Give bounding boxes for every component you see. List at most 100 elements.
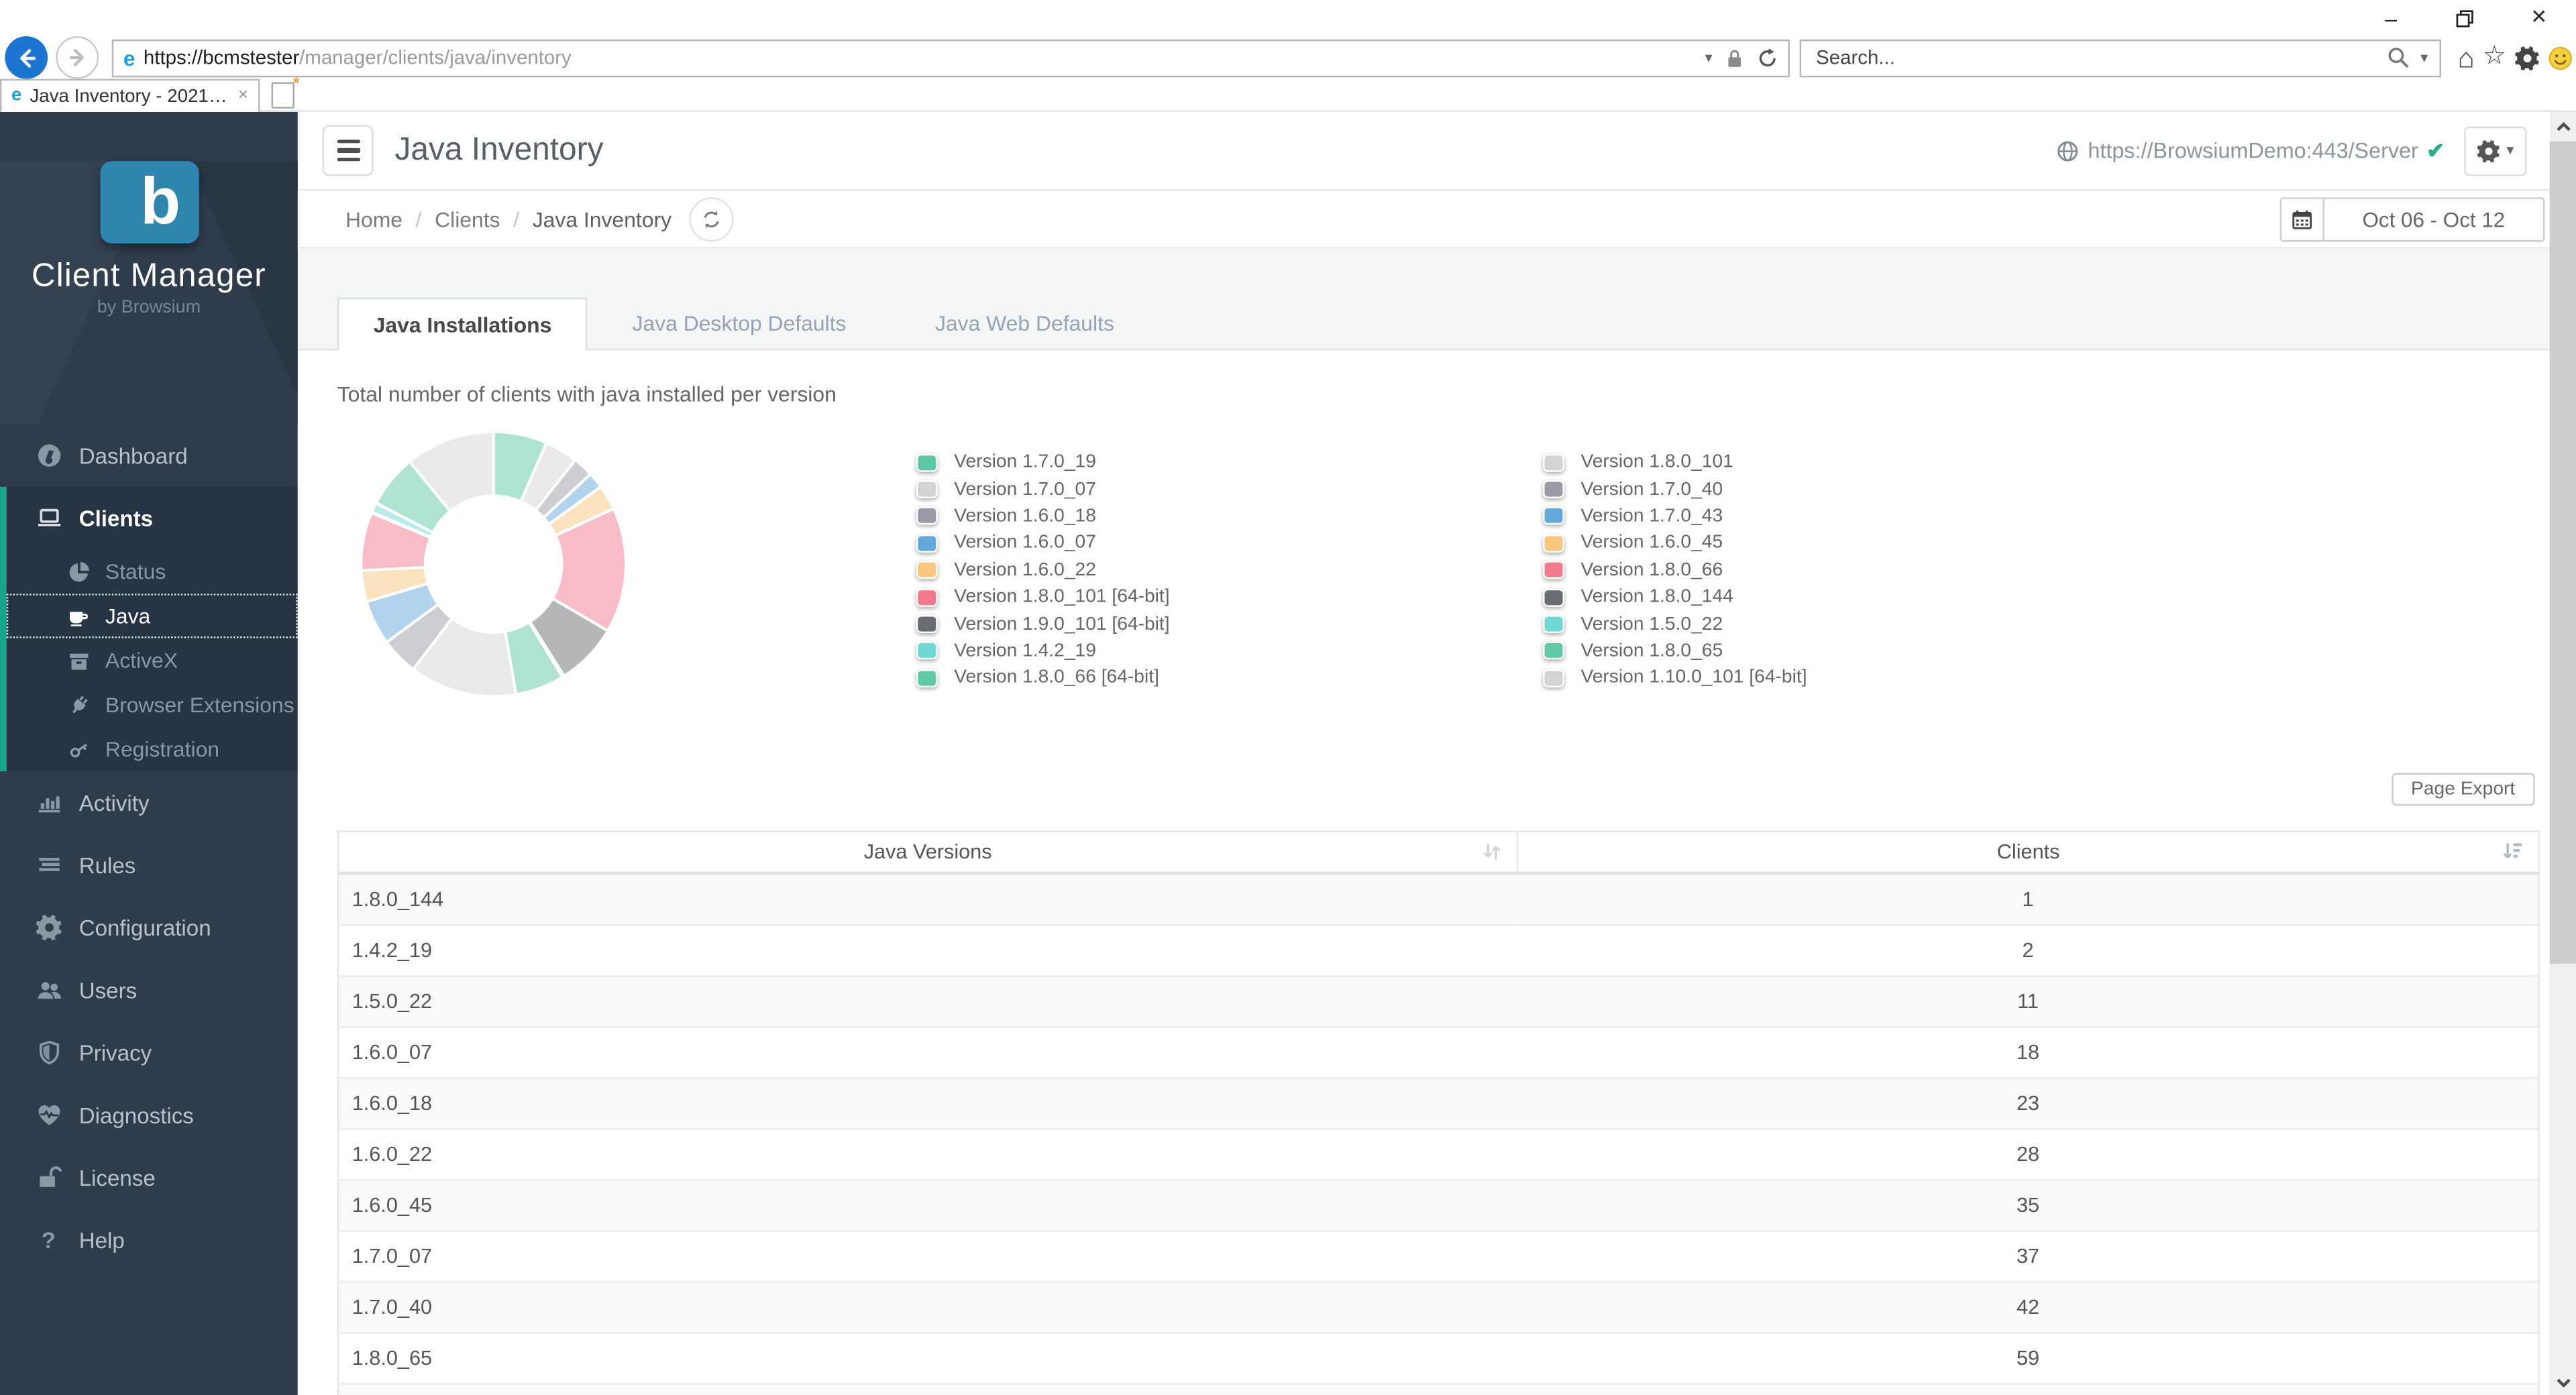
- legend-label: Version 1.8.0_101 [64-bit]: [954, 587, 1170, 608]
- scroll-down-arrow[interactable]: [2550, 1368, 2576, 1395]
- settings-dropdown-button[interactable]: ▾: [2464, 125, 2527, 176]
- heartbeat-icon: [34, 1102, 62, 1128]
- page-scrollbar[interactable]: [2549, 111, 2576, 1395]
- url-path: /manager/clients/java/inventory: [299, 46, 572, 69]
- browser-tab[interactable]: e Java Inventory - 2021/10/06... ×: [0, 78, 260, 112]
- legend-swatch: [916, 669, 938, 687]
- column-header-label: Clients: [1996, 840, 2060, 863]
- legend-label: Version 1.6.0_18: [954, 506, 1096, 526]
- sidebar-item-help[interactable]: ? Help: [0, 1209, 298, 1271]
- legend-item[interactable]: Version 1.6.0_18: [916, 503, 1543, 530]
- window-restore-button[interactable]: [2428, 0, 2502, 36]
- gear-icon: [34, 914, 62, 941]
- sidebar-item-activity[interactable]: Activity: [0, 771, 298, 834]
- legend-item[interactable]: Version 1.9.0_101 [64-bit]: [916, 611, 1543, 638]
- sidebar-item-configuration[interactable]: Configuration: [0, 896, 298, 958]
- legend-item[interactable]: Version 1.8.0_101: [1543, 449, 2169, 476]
- sidebar-item-label: License: [78, 1165, 156, 1190]
- date-range-picker[interactable]: Oct 06 - Oct 12: [2279, 197, 2545, 242]
- legend-label: Version 1.9.0_101 [64-bit]: [954, 614, 1170, 634]
- legend-item[interactable]: Version 1.4.2_19: [916, 638, 1543, 665]
- search-input[interactable]: [1813, 44, 2388, 71]
- sort-both-icon[interactable]: [1483, 841, 1502, 862]
- column-header-clients[interactable]: Clients: [1517, 831, 2539, 875]
- legend-item[interactable]: Version 1.7.0_19: [916, 449, 1543, 476]
- scrollbar-thumb[interactable]: [2549, 141, 2576, 964]
- tab-close-icon[interactable]: ×: [237, 87, 248, 105]
- column-header-java-versions[interactable]: Java Versions: [337, 831, 1519, 875]
- smiley-feedback-icon[interactable]: [2547, 45, 2572, 70]
- address-dropdown-icon[interactable]: ▾: [1705, 50, 1713, 65]
- cell-clients: 28: [1517, 1127, 2539, 1180]
- settings-gear-icon[interactable]: [2514, 45, 2539, 70]
- cell-clients: 35: [1517, 1178, 2539, 1231]
- legend-item[interactable]: Version 1.10.0_101 [64-bit]: [1543, 665, 2169, 691]
- sidebar-item-dashboard[interactable]: Dashboard: [0, 425, 298, 487]
- search-icon[interactable]: [2387, 46, 2410, 69]
- search-box[interactable]: ▾: [1799, 38, 2441, 77]
- legend-label: Version 1.10.0_101 [64-bit]: [1580, 668, 1807, 688]
- chart-legend: Version 1.7.0_19 Version 1.7.0_07 Version …: [916, 449, 2170, 710]
- sidebar-item-license[interactable]: License: [0, 1146, 298, 1209]
- new-tab-button[interactable]: *: [271, 76, 299, 109]
- legend-item[interactable]: Version 1.7.0_43: [1543, 503, 2169, 530]
- sidebar-item-registration[interactable]: Registration: [7, 727, 298, 771]
- legend-swatch: [1543, 507, 1564, 526]
- sidebar-item-users[interactable]: Users: [0, 959, 298, 1021]
- legend-item[interactable]: Version 1.8.0_66 [64-bit]: [916, 665, 1543, 691]
- tab-java-web-defaults[interactable]: Java Web Defaults: [891, 296, 1159, 348]
- sidebar-item-label: Status: [105, 559, 166, 584]
- refresh-page-icon[interactable]: [1757, 47, 1778, 68]
- home-icon[interactable]: ⌂: [2457, 44, 2474, 72]
- tab-favicon: e: [11, 85, 22, 105]
- breadcrumb-home[interactable]: Home: [345, 207, 402, 231]
- legend-item[interactable]: Version 1.7.0_40: [1543, 476, 2169, 503]
- sidebar-toggle-button[interactable]: [322, 125, 374, 176]
- cell-java-version: 1.4.2_19: [337, 923, 1518, 976]
- legend-swatch: [916, 453, 938, 471]
- sidebar-item-activex[interactable]: ActiveX: [7, 638, 298, 682]
- sidebar-item-privacy[interactable]: Privacy: [0, 1021, 298, 1084]
- sidebar-item-label: Help: [78, 1227, 125, 1253]
- tab-java-installations[interactable]: Java Installations: [337, 297, 588, 351]
- legend-item[interactable]: Version 1.6.0_07: [916, 530, 1543, 557]
- tab-java-desktop-defaults[interactable]: Java Desktop Defaults: [588, 296, 890, 348]
- refresh-button[interactable]: [690, 197, 735, 241]
- clients-icon: [34, 505, 62, 531]
- column-header-label: Java Versions: [863, 840, 992, 863]
- search-dropdown-icon[interactable]: ▾: [2420, 50, 2428, 65]
- legend-item[interactable]: Version 1.7.0_07: [916, 476, 1543, 503]
- legend-label: Version 1.8.0_144: [1580, 587, 1733, 608]
- sidebar-item-java[interactable]: Java: [6, 594, 298, 638]
- sidebar-item-diagnostics[interactable]: Diagnostics: [0, 1084, 298, 1146]
- legend-label: Version 1.7.0_40: [1580, 479, 1723, 500]
- back-button[interactable]: [5, 36, 48, 79]
- table-row: 1.6.0_45 35: [337, 1178, 2539, 1231]
- sidebar-item-clients[interactable]: Clients: [7, 487, 298, 549]
- legend-item[interactable]: Version 1.6.0_45: [1543, 530, 2169, 557]
- breadcrumb-clients[interactable]: Clients: [435, 207, 500, 231]
- favorites-star-icon[interactable]: ☆: [2483, 44, 2506, 70]
- table-row: 1.8.0_144 1: [337, 871, 2539, 925]
- legend-item[interactable]: Version 1.8.0_66: [1543, 557, 2169, 583]
- legend-item[interactable]: Version 1.5.0_22: [1543, 611, 2169, 638]
- forward-button[interactable]: [56, 36, 99, 79]
- sidebar-item-browser-extensions[interactable]: Browser Extensions: [7, 683, 298, 727]
- page-export-button[interactable]: Page Export: [2391, 773, 2535, 806]
- legend-item[interactable]: Version 1.8.0_101 [64-bit]: [916, 583, 1543, 610]
- sidebar-item-status[interactable]: Status: [7, 549, 298, 594]
- legend-item[interactable]: Version 1.6.0_22: [916, 557, 1543, 583]
- legend-item[interactable]: Version 1.8.0_144: [1543, 583, 2169, 610]
- breadcrumb-separator: /: [513, 206, 520, 231]
- sidebar-item-rules[interactable]: Rules: [0, 834, 298, 896]
- calendar-icon: [2282, 199, 2324, 241]
- window-close-button[interactable]: ×: [2502, 0, 2576, 36]
- sidebar-group-clients: Clients Status Java ActiveX Browser Exte…: [0, 486, 298, 772]
- legend-item[interactable]: Version 1.8.0_65: [1543, 638, 2169, 665]
- sort-amount-icon[interactable]: [2502, 841, 2524, 862]
- window-minimize-button[interactable]: –: [2354, 0, 2428, 36]
- address-bar[interactable]: e https://bcmstester/manager/clients/jav…: [111, 38, 1790, 77]
- shield-icon: [34, 1040, 62, 1066]
- scroll-up-arrow[interactable]: [2550, 112, 2576, 140]
- legend-swatch: [1543, 561, 1564, 579]
